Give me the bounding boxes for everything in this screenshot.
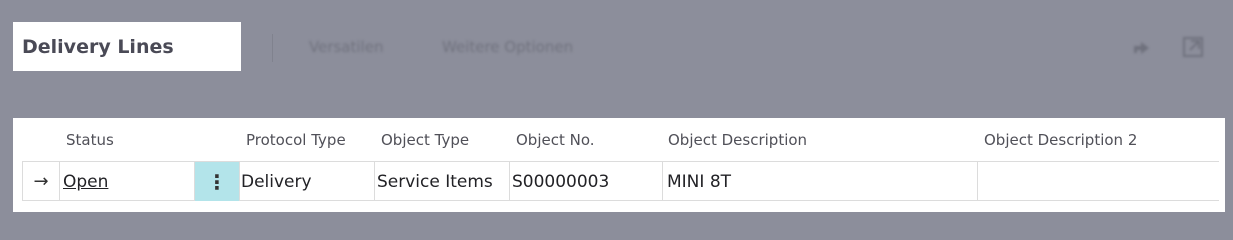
column-header-object-type[interactable]: Object Type [381, 118, 469, 161]
delivery-lines-panel: Status Protocol Type Object Type Object … [13, 118, 1225, 212]
column-header-protocol-type[interactable]: Protocol Type [246, 118, 346, 161]
header-divider [272, 34, 273, 62]
object-type-cell[interactable]: Service Items [375, 162, 510, 201]
column-header-object-description[interactable]: Object Description [668, 118, 807, 161]
protocol-type-cell[interactable]: Delivery [240, 162, 375, 201]
page-title: Delivery Lines [13, 22, 241, 71]
status-cell: Open [60, 162, 195, 201]
table-row[interactable]: → Open ⋮ Delivery Service Items S0000000… [22, 161, 1219, 201]
status-link[interactable]: Open [63, 172, 108, 192]
object-no-cell[interactable]: S00000003 [510, 162, 663, 201]
action-versatilen[interactable]: Versatilen [309, 38, 383, 56]
object-description-cell[interactable]: MINI 8T [663, 162, 978, 201]
column-header-object-description-2[interactable]: Object Description 2 [984, 118, 1137, 161]
share-icon[interactable] [1131, 36, 1153, 58]
open-in-new-window-icon[interactable] [1182, 36, 1204, 58]
column-header-object-no[interactable]: Object No. [516, 118, 595, 161]
action-more-options[interactable]: Weitere Optionen [442, 38, 573, 56]
object-description-2-cell[interactable] [978, 162, 1219, 201]
row-menu-icon[interactable]: ⋮ [195, 162, 240, 201]
row-selected-arrow-icon: → [22, 162, 60, 201]
column-header-status[interactable]: Status [66, 118, 114, 161]
